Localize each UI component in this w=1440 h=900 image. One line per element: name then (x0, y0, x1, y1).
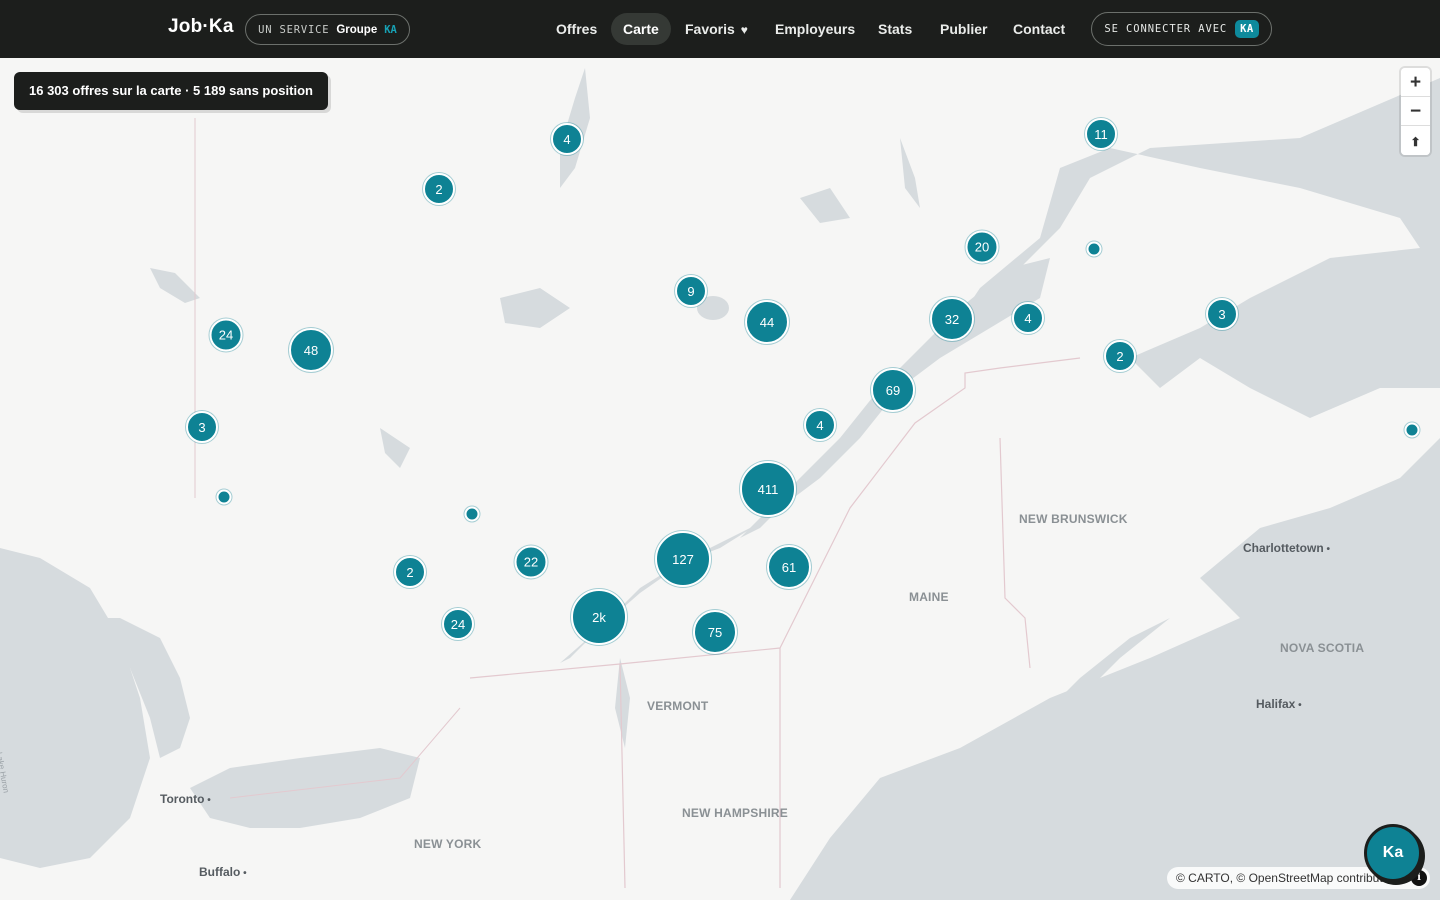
city-label: Halifax (1256, 697, 1302, 711)
basemap (0, 58, 1440, 900)
job-map[interactable]: NEW BRUNSWICK MAINE VERMONT NOVA SCOTIA … (0, 58, 1440, 900)
job-cluster[interactable]: 2 (394, 556, 426, 588)
zoom-controls: + − ⬆ (1401, 68, 1430, 155)
nav-favoris[interactable]: Favoris ♥ (673, 13, 760, 45)
region-label: MAINE (909, 590, 949, 604)
job-cluster[interactable]: 4 (1012, 302, 1044, 334)
job-cluster[interactable]: 411 (740, 461, 796, 517)
nav-employeurs[interactable]: Employeurs (763, 13, 867, 45)
ka-assistant-button[interactable]: Ka (1364, 824, 1422, 882)
job-marker[interactable] (1086, 241, 1102, 257)
nav-carte[interactable]: Carte (611, 13, 671, 45)
region-label: NOVA SCOTIA (1280, 641, 1365, 655)
job-cluster[interactable]: 2k (571, 589, 627, 645)
city-label: Buffalo (199, 865, 247, 879)
job-cluster[interactable]: 4 (551, 123, 583, 155)
job-cluster[interactable]: 2 (1104, 340, 1136, 372)
job-cluster[interactable]: 44 (745, 300, 789, 344)
job-marker[interactable] (216, 489, 232, 505)
job-cluster[interactable]: 69 (871, 368, 915, 412)
map-count-banner: 16 303 offres sur la carte · 5 189 sans … (14, 72, 328, 110)
job-cluster[interactable]: 48 (289, 328, 333, 372)
job-cluster[interactable]: 2 (423, 173, 455, 205)
job-cluster[interactable]: 32 (930, 297, 974, 341)
city-label: Charlottetown (1243, 541, 1330, 555)
region-label: VERMONT (647, 699, 709, 713)
region-label: NEW BRUNSWICK (1019, 512, 1128, 526)
job-cluster[interactable]: 3 (1206, 298, 1238, 330)
job-cluster[interactable]: 24 (209, 318, 243, 352)
heart-icon: ♥ (740, 23, 748, 37)
job-cluster[interactable]: 61 (767, 545, 811, 589)
job-marker[interactable] (464, 506, 480, 522)
job-cluster[interactable]: 9 (675, 275, 707, 307)
login-ka-badge: KA (1235, 20, 1259, 38)
city-label: Toronto (160, 792, 211, 806)
compass-reset-button[interactable]: ⬆ (1401, 126, 1430, 155)
job-cluster[interactable]: 22 (514, 545, 548, 579)
job-cluster[interactable]: 75 (693, 610, 737, 654)
job-cluster[interactable]: 3 (186, 411, 218, 443)
compass-icon: ⬆ (1410, 135, 1421, 149)
job-cluster[interactable]: 127 (655, 531, 711, 587)
nav-favoris-label: Favoris (685, 21, 735, 37)
job-cluster[interactable]: 11 (1085, 118, 1117, 150)
job-cluster[interactable]: 24 (442, 608, 474, 640)
nav-contact[interactable]: Contact (1001, 13, 1077, 45)
nav-publier[interactable]: Publier (928, 13, 999, 45)
job-cluster[interactable]: 20 (965, 230, 999, 264)
nav-offres[interactable]: Offres (544, 13, 609, 45)
region-label: NEW HAMPSHIRE (682, 806, 788, 820)
job-cluster[interactable]: 4 (804, 409, 836, 441)
nav-stats[interactable]: Stats (866, 13, 924, 45)
login-button[interactable]: SE CONNECTER AVEC KA (1091, 12, 1272, 46)
top-navigation-bar: Job·Ka UN SERVICE Groupe KA Offres Carte… (0, 0, 1440, 58)
zoom-out-button[interactable]: − (1401, 97, 1430, 126)
region-label: NEW YORK (414, 837, 482, 851)
job-marker[interactable] (1404, 422, 1420, 438)
login-label: SE CONNECTER AVEC (1104, 23, 1228, 35)
zoom-in-button[interactable]: + (1401, 68, 1430, 97)
